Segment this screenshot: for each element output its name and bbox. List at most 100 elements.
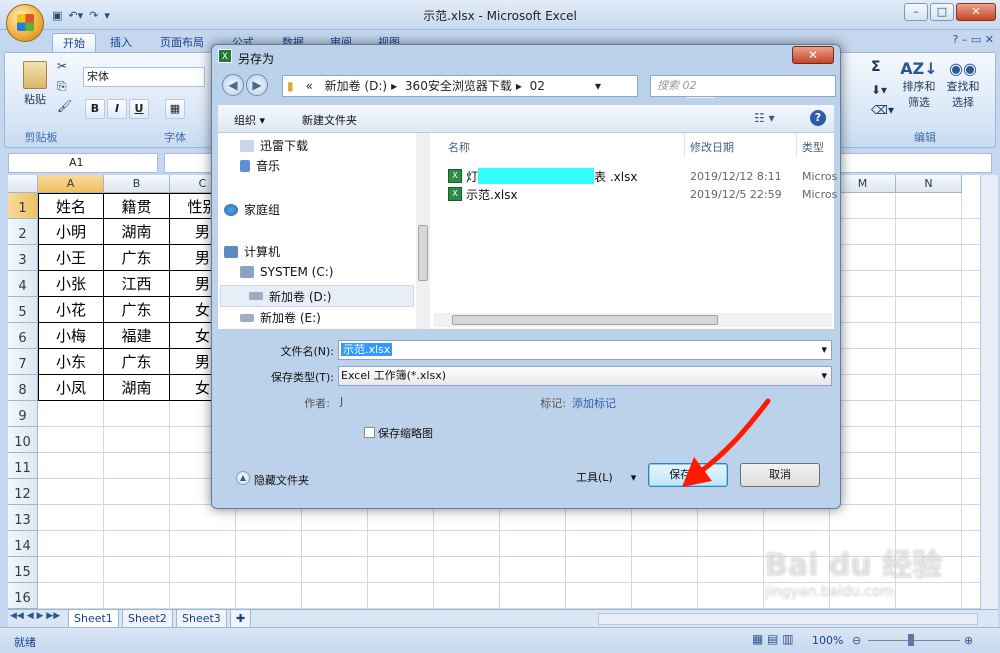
undo-icon[interactable]: ↶▾ [68, 9, 83, 22]
row-header[interactable]: 7 [8, 349, 38, 375]
search-input[interactable]: 搜索 02 [650, 75, 836, 97]
address-segment-1[interactable]: 新加卷 (D:) [325, 76, 387, 96]
clear-icon[interactable]: ⌫▾ [871, 103, 894, 117]
address-bar[interactable]: ▮ « 新加卷 (D:)▸ 360安全浏览器下载▸ 02 ▾ ⟳ [282, 75, 715, 98]
help-icon[interactable]: ? [810, 110, 826, 126]
row-header[interactable]: 10 [8, 427, 38, 453]
table-cell[interactable]: 广东 [104, 297, 170, 323]
autosum-button[interactable]: Σ [871, 59, 881, 75]
sheet-nav-icon[interactable]: ◀◀ ◀ ▶ ▶▶ [10, 611, 60, 621]
table-cell[interactable]: 小东 [38, 349, 104, 375]
column-header[interactable]: A [38, 175, 104, 193]
horizontal-scrollbar[interactable] [598, 613, 978, 625]
header-cell[interactable]: 籍贯 [104, 193, 170, 219]
office-button[interactable] [6, 4, 44, 42]
file-hscrollbar[interactable] [434, 313, 832, 327]
sheet-tab-2[interactable]: Sheet2 [122, 610, 173, 628]
nav-item-drive-d[interactable]: 新加卷 (D:) [220, 285, 414, 307]
minimize-button[interactable]: – [904, 3, 928, 21]
file-row[interactable]: X 示范.xlsx 2019/12/5 22:59 Micros [448, 185, 837, 203]
table-cell[interactable]: 小花 [38, 297, 104, 323]
find-select-button[interactable]: ◉◉ 查找和 选择 [943, 59, 983, 110]
row-header[interactable]: 3 [8, 245, 38, 271]
row-header[interactable]: 13 [8, 505, 38, 531]
zoom-slider[interactable]: ⊖ ⊕ [852, 634, 973, 647]
table-cell[interactable]: 广东 [104, 245, 170, 271]
maximize-button[interactable]: □ [930, 3, 954, 21]
nav-item-homegroup[interactable]: 家庭组 [224, 201, 280, 218]
nav-item-drive-c[interactable]: SYSTEM (C:) [240, 265, 333, 279]
table-cell[interactable]: 小张 [38, 271, 104, 297]
file-row[interactable]: X 灯 表 .xlsx 2019/12/12 8:11 Micros [448, 167, 837, 185]
table-cell[interactable]: 广东 [104, 349, 170, 375]
table-cell[interactable]: 江西 [104, 271, 170, 297]
address-segment-2[interactable]: 360安全浏览器下载 [405, 76, 512, 96]
vertical-scrollbar[interactable] [980, 175, 998, 609]
views-icon[interactable]: ☷ ▾ [754, 111, 775, 125]
column-name[interactable]: 名称 [448, 139, 470, 155]
organize-button[interactable]: 组织 ▾ [234, 112, 265, 128]
thumbnail-checkbox[interactable] [364, 427, 375, 438]
new-folder-button[interactable]: 新建文件夹 [302, 112, 357, 128]
nav-scrollbar[interactable] [416, 133, 430, 329]
sort-filter-button[interactable]: AZ↓ 排序和 筛选 [899, 59, 939, 110]
row-header[interactable]: 14 [8, 531, 38, 557]
filetype-dropdown-icon[interactable]: ▾ [821, 367, 827, 385]
forward-button[interactable]: ▶ [246, 74, 268, 96]
address-dropdown-icon[interactable]: ▾ [595, 76, 601, 96]
filetype-select[interactable]: Excel 工作簿(*.xlsx) ▾ [338, 366, 832, 386]
bold-button[interactable]: B [85, 99, 105, 119]
nav-item-xunlei[interactable]: 迅雷下载 [240, 137, 308, 154]
dialog-close-button[interactable]: ✕ [792, 46, 834, 64]
font-name-select[interactable]: 宋体 [83, 67, 205, 87]
format-painter-icon[interactable]: 🖌 [57, 99, 72, 113]
row-header[interactable]: 1 [8, 193, 38, 219]
view-buttons[interactable]: ▦ ▤ ▥ [752, 632, 794, 646]
customize-qat-icon[interactable]: ▾ [104, 9, 110, 22]
nav-item-drive-e[interactable]: 新加卷 (E:) [240, 309, 321, 326]
filename-dropdown-icon[interactable]: ▾ [821, 341, 827, 359]
row-header[interactable]: 11 [8, 453, 38, 479]
address-segment-3[interactable]: 02 [530, 76, 545, 96]
sheet-tab-3[interactable]: Sheet3 [176, 610, 227, 628]
table-cell[interactable]: 湖南 [104, 219, 170, 245]
row-header[interactable]: 5 [8, 297, 38, 323]
column-header[interactable]: B [104, 175, 170, 193]
row-header[interactable]: 9 [8, 401, 38, 427]
select-all-corner[interactable] [8, 175, 38, 193]
table-cell[interactable]: 小梅 [38, 323, 104, 349]
column-type[interactable]: 类型 [802, 139, 824, 155]
back-button[interactable]: ◀ [222, 74, 244, 96]
tab-home[interactable]: 开始 [52, 33, 96, 52]
insert-sheet-icon[interactable]: ✚ [230, 610, 252, 628]
row-header[interactable]: 15 [8, 557, 38, 583]
sheet-tab-1[interactable]: Sheet1 [68, 610, 119, 628]
save-icon[interactable]: ▣ [52, 9, 62, 22]
nav-item-computer[interactable]: 计算机 [224, 243, 280, 260]
name-box[interactable]: A1 [8, 153, 158, 173]
row-header[interactable]: 4 [8, 271, 38, 297]
table-cell[interactable]: 小王 [38, 245, 104, 271]
redo-icon[interactable]: ↷ [89, 9, 98, 22]
borders-icon[interactable]: ▦ [165, 99, 185, 119]
fill-icon[interactable]: ⬇▾ [871, 83, 887, 97]
italic-button[interactable]: I [107, 99, 127, 119]
row-header[interactable]: 12 [8, 479, 38, 505]
tags-value[interactable]: 添加标记 [572, 395, 616, 411]
row-header[interactable]: 16 [8, 583, 38, 609]
tab-page-layout[interactable]: 页面布局 [150, 33, 214, 52]
nav-item-music[interactable]: 音乐 [240, 157, 280, 174]
row-header[interactable]: 6 [8, 323, 38, 349]
table-cell[interactable]: 小明 [38, 219, 104, 245]
author-value[interactable]: J [340, 395, 343, 408]
tab-insert[interactable]: 插入 [100, 33, 142, 52]
underline-button[interactable]: U [129, 99, 149, 119]
table-cell[interactable]: 福建 [104, 323, 170, 349]
column-date[interactable]: 修改日期 [690, 139, 734, 155]
copy-icon[interactable]: ⎘ [57, 79, 67, 94]
cut-icon[interactable]: ✂ [57, 59, 67, 73]
help-icon[interactable]: ? – ▭ ✕ [953, 33, 994, 46]
header-cell[interactable]: 姓名 [38, 193, 104, 219]
column-header[interactable]: N [896, 175, 962, 193]
close-button[interactable]: ✕ [956, 3, 996, 21]
